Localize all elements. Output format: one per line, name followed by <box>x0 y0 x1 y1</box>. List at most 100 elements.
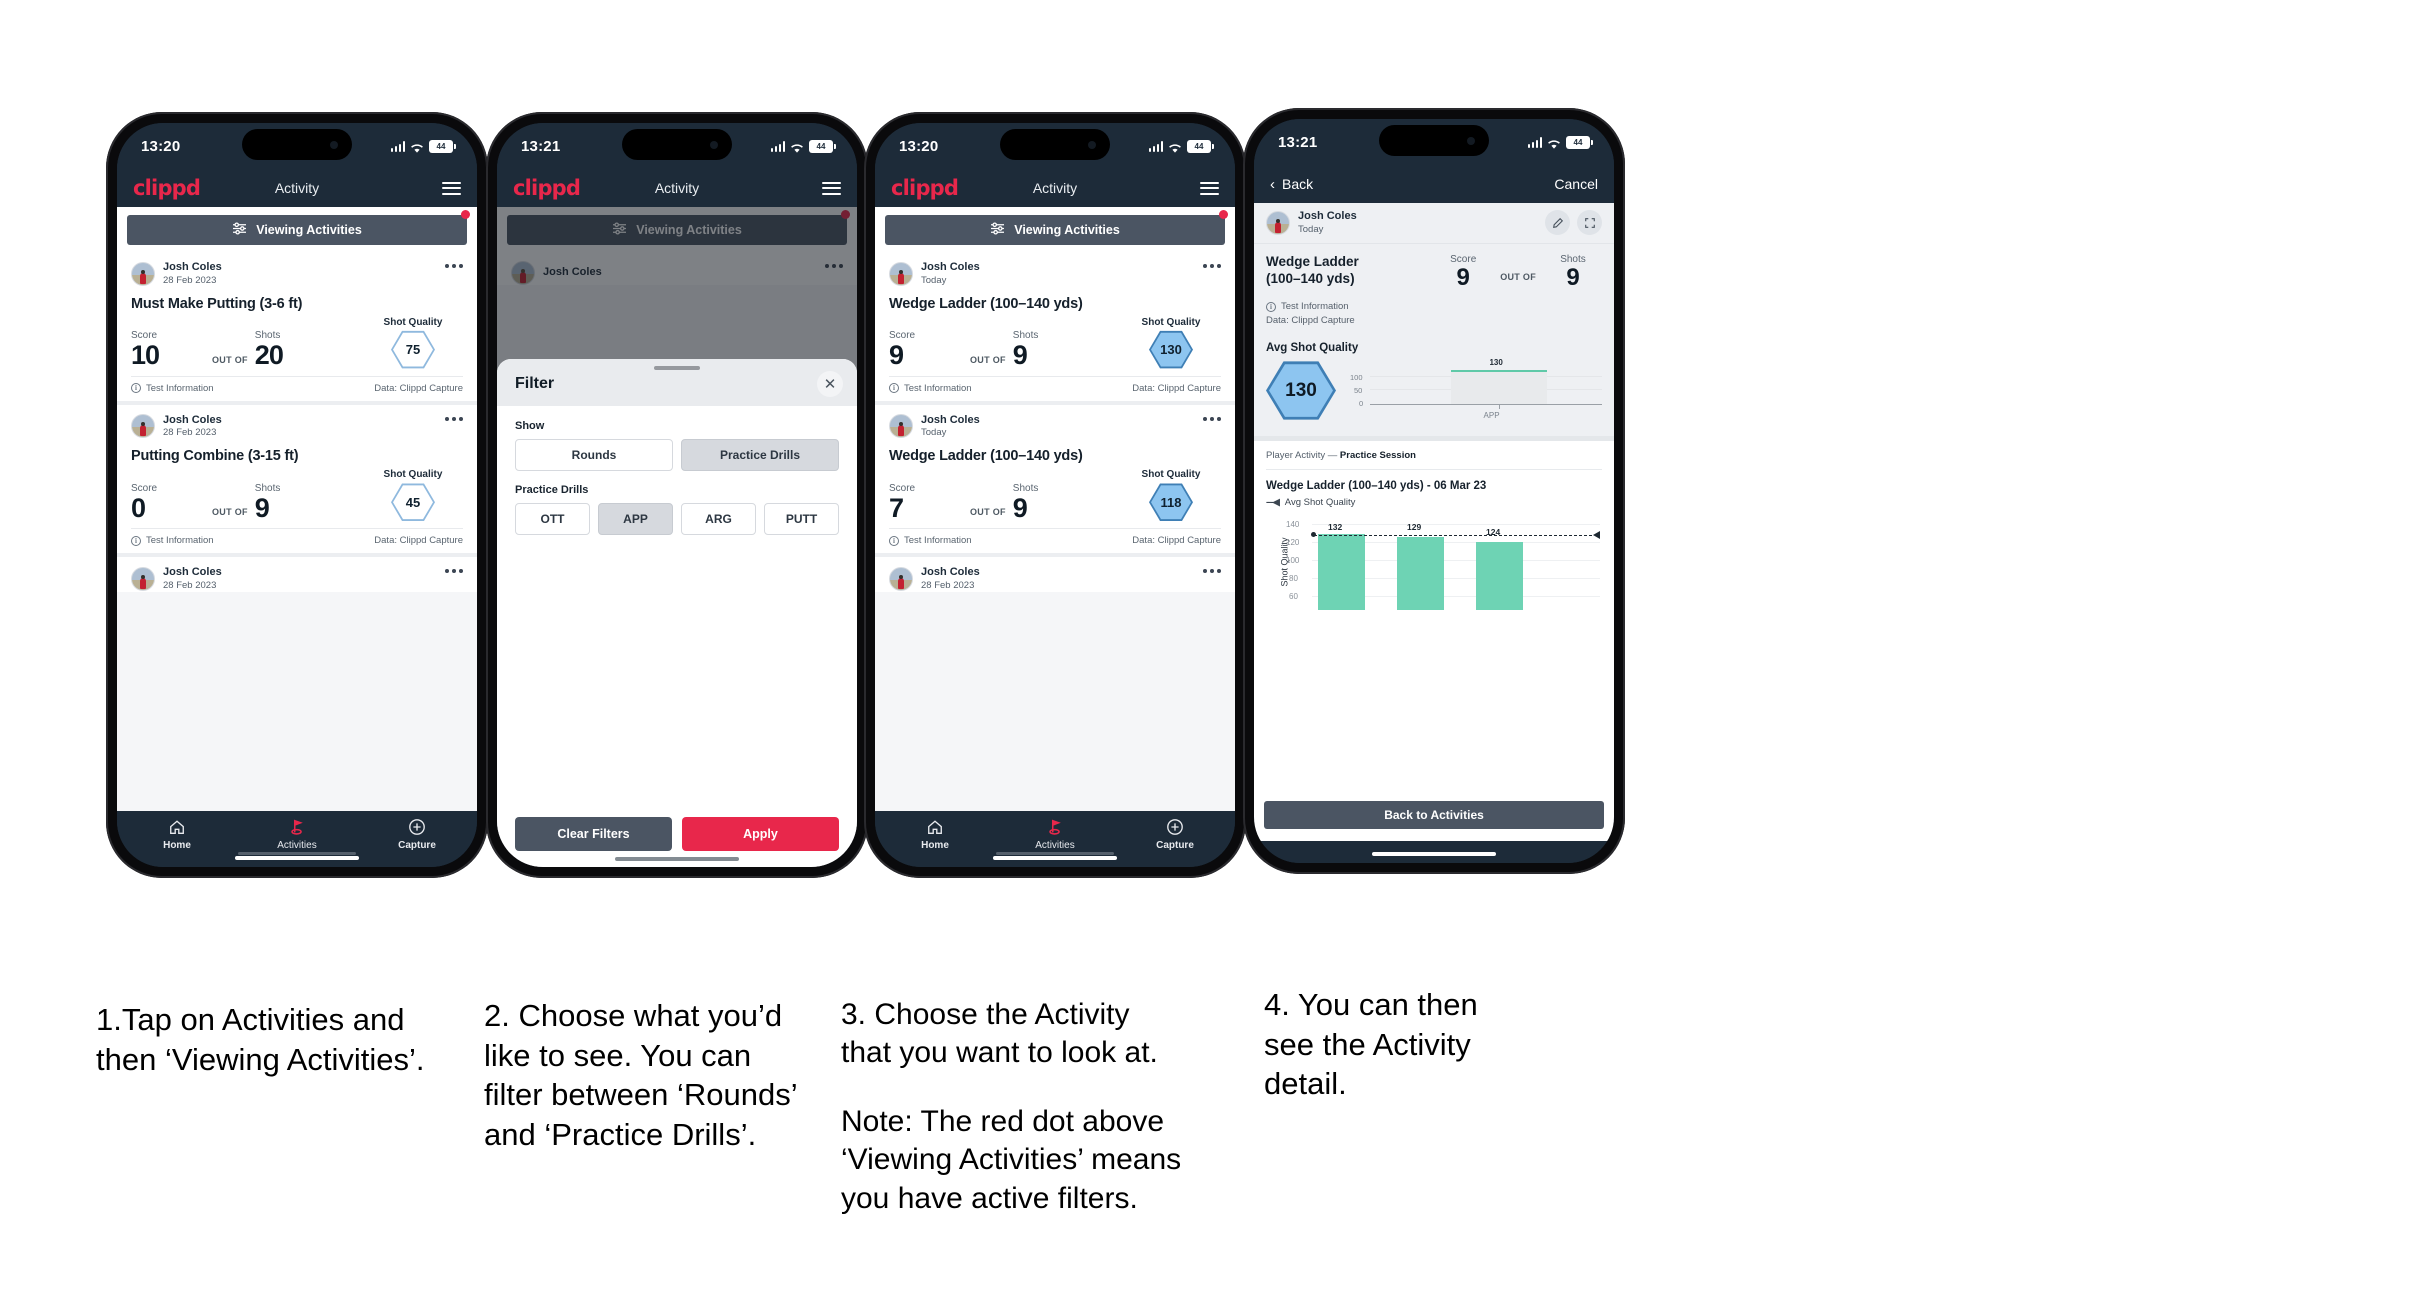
caption-line: detail. <box>1264 1066 1347 1102</box>
more-options-icon[interactable] <box>1203 264 1221 268</box>
clippd-logo[interactable]: clippd <box>891 176 959 200</box>
status-time: 13:21 <box>521 137 561 155</box>
phone-4: 13:21 44 ‹ Back Cancel Josh Coles Today … <box>1243 108 1625 874</box>
home-indicator[interactable] <box>615 857 739 861</box>
activity-title: Wedge Ladder (100–140 yds) <box>889 448 1083 465</box>
expand-icon[interactable] <box>1577 210 1602 236</box>
clippd-logo[interactable]: clippd <box>133 176 201 200</box>
info-icon: i <box>131 535 141 546</box>
user-name: Josh Coles <box>163 261 222 273</box>
test-information-link[interactable]: Test Information <box>904 383 972 394</box>
more-options-icon[interactable] <box>445 569 463 574</box>
score-label: Score <box>1450 253 1477 265</box>
hamburger-icon[interactable] <box>822 178 841 198</box>
close-icon[interactable]: ✕ <box>817 371 843 397</box>
tab-label: Capture <box>398 840 436 851</box>
viewing-activities-button[interactable]: Viewing Activities <box>885 215 1225 245</box>
plus-circle-icon <box>357 817 477 837</box>
page-title: Activity <box>274 180 320 196</box>
sliders-icon <box>232 222 247 238</box>
legend-label: Avg Shot Quality <box>1284 496 1356 508</box>
tab-label: Capture <box>1156 840 1194 851</box>
score-value: 9 <box>889 340 904 371</box>
shots-label: Shots <box>254 482 281 494</box>
pencil-icon[interactable] <box>1545 210 1570 236</box>
filter-option-practice-drills[interactable]: Practice Drills <box>681 439 839 471</box>
test-information-link[interactable]: Test Information <box>146 535 214 546</box>
active-tab-indicator <box>996 852 1114 855</box>
mini-ytick-50: 50 <box>1354 385 1363 395</box>
activity-card-partial[interactable]: Josh Coles 28 Feb 2023 <box>875 557 1235 592</box>
detail-title-line2: (100–140 yds) <box>1266 270 1355 286</box>
more-options-icon[interactable] <box>1203 416 1221 421</box>
back-to-activities-button[interactable]: Back to Activities <box>1264 801 1604 829</box>
test-information-link[interactable]: Test Information <box>1281 300 1349 314</box>
tab-capture[interactable]: Capture <box>1115 817 1235 851</box>
hamburger-icon[interactable] <box>1200 178 1219 198</box>
more-options-icon[interactable] <box>445 416 463 421</box>
out-of-label: OUT OF <box>1500 271 1536 282</box>
show-group-label: Show <box>515 420 545 432</box>
shot-quality-label: Shot Quality <box>383 316 443 328</box>
tab-capture[interactable]: Capture <box>357 817 477 851</box>
shots-value: 9 <box>1012 340 1028 371</box>
detail-activity-title: Wedge Ladder (100–140 yds) <box>1266 254 1392 288</box>
caption-line: ‘Viewing Activities’ means <box>841 1143 1182 1177</box>
filter-sheet-title: Filter <box>515 375 555 392</box>
more-options-icon[interactable] <box>445 264 463 268</box>
bottom-tab-bar: Home Activities Capture <box>117 811 477 867</box>
back-button[interactable]: ‹ Back <box>1270 176 1313 192</box>
tab-home[interactable]: Home <box>875 817 995 851</box>
activities-screen: Viewing Activities Josh Coles 28 Feb 202… <box>117 207 477 811</box>
shot-quality-value: 118 <box>1151 485 1191 520</box>
activity-card[interactable]: Josh Coles Today Wedge Ladder (100–140 y… <box>875 404 1235 558</box>
clippd-logo[interactable]: clippd <box>513 176 581 200</box>
home-indicator[interactable] <box>993 856 1117 860</box>
tab-activities[interactable]: Activities <box>995 817 1115 851</box>
breadcrumb-prefix: Player Activity — <box>1266 449 1340 461</box>
activity-card-partial[interactable]: Josh Coles 28 Feb 2023 <box>117 557 477 592</box>
caption-line: 2. Choose what you’d <box>484 998 783 1033</box>
shot-quality-label: Shot Quality <box>383 469 443 481</box>
test-information-link[interactable]: Test Information <box>146 383 214 394</box>
home-indicator[interactable] <box>235 856 359 860</box>
tab-home[interactable]: Home <box>117 817 237 851</box>
filter-option-app[interactable]: APP <box>598 503 673 535</box>
avatar <box>131 261 155 286</box>
filter-option-rounds[interactable]: Rounds <box>515 439 673 471</box>
dynamic-island <box>1000 129 1110 160</box>
apply-button[interactable]: Apply <box>682 817 839 851</box>
viewing-activities-button[interactable]: Viewing Activities <box>127 215 467 245</box>
tab-label: Home <box>163 840 191 851</box>
activity-card[interactable]: Josh Coles 28 Feb 2023 Putting Combine (… <box>117 404 477 558</box>
avatar <box>889 567 913 592</box>
filter-bar-container: Viewing Activities <box>875 207 1235 252</box>
filter-option-ott[interactable]: OTT <box>515 503 590 535</box>
caption-line: then ‘Viewing Activities’. <box>96 1041 425 1077</box>
bar-2 <box>1397 536 1444 610</box>
phone-3: 13:20 44 clippd Activity Viewing Activit… <box>864 112 1246 878</box>
home-indicator[interactable] <box>1372 852 1496 856</box>
avatar <box>889 414 913 439</box>
cancel-button[interactable]: Cancel <box>1554 176 1598 192</box>
filter-option-putt[interactable]: PUTT <box>764 503 839 535</box>
bar-label-1: 132 <box>1328 521 1343 532</box>
cellular-signal-icon <box>390 140 405 152</box>
test-information-link[interactable]: Test Information <box>904 535 972 546</box>
hamburger-icon[interactable] <box>442 178 461 198</box>
activity-card[interactable]: Josh Coles Today Wedge Ladder (100–140 y… <box>875 252 1235 405</box>
phone-2: 13:21 44 clippd Activity Filter ✕ Show R… <box>486 112 868 878</box>
clear-filters-button[interactable]: Clear Filters <box>515 817 672 851</box>
caption-3: 3. Choose the Activity that you want to … <box>841 996 1211 1218</box>
phone-1: 13:20 44 clippd Activity Viewing Activit… <box>106 112 488 878</box>
more-options-icon[interactable] <box>1203 569 1221 574</box>
tab-label: Activities <box>277 840 317 851</box>
sheet-grabber[interactable] <box>654 366 700 370</box>
tab-activities[interactable]: Activities <box>237 817 357 851</box>
activity-card[interactable]: Josh Coles 28 Feb 2023 Must Make Putting… <box>117 252 477 405</box>
score-value: 7 <box>889 492 904 523</box>
cellular-signal-icon <box>770 140 785 152</box>
filter-option-arg[interactable]: ARG <box>681 503 756 535</box>
user-name: Josh Coles <box>163 413 222 426</box>
score-value: 0 <box>131 492 146 523</box>
